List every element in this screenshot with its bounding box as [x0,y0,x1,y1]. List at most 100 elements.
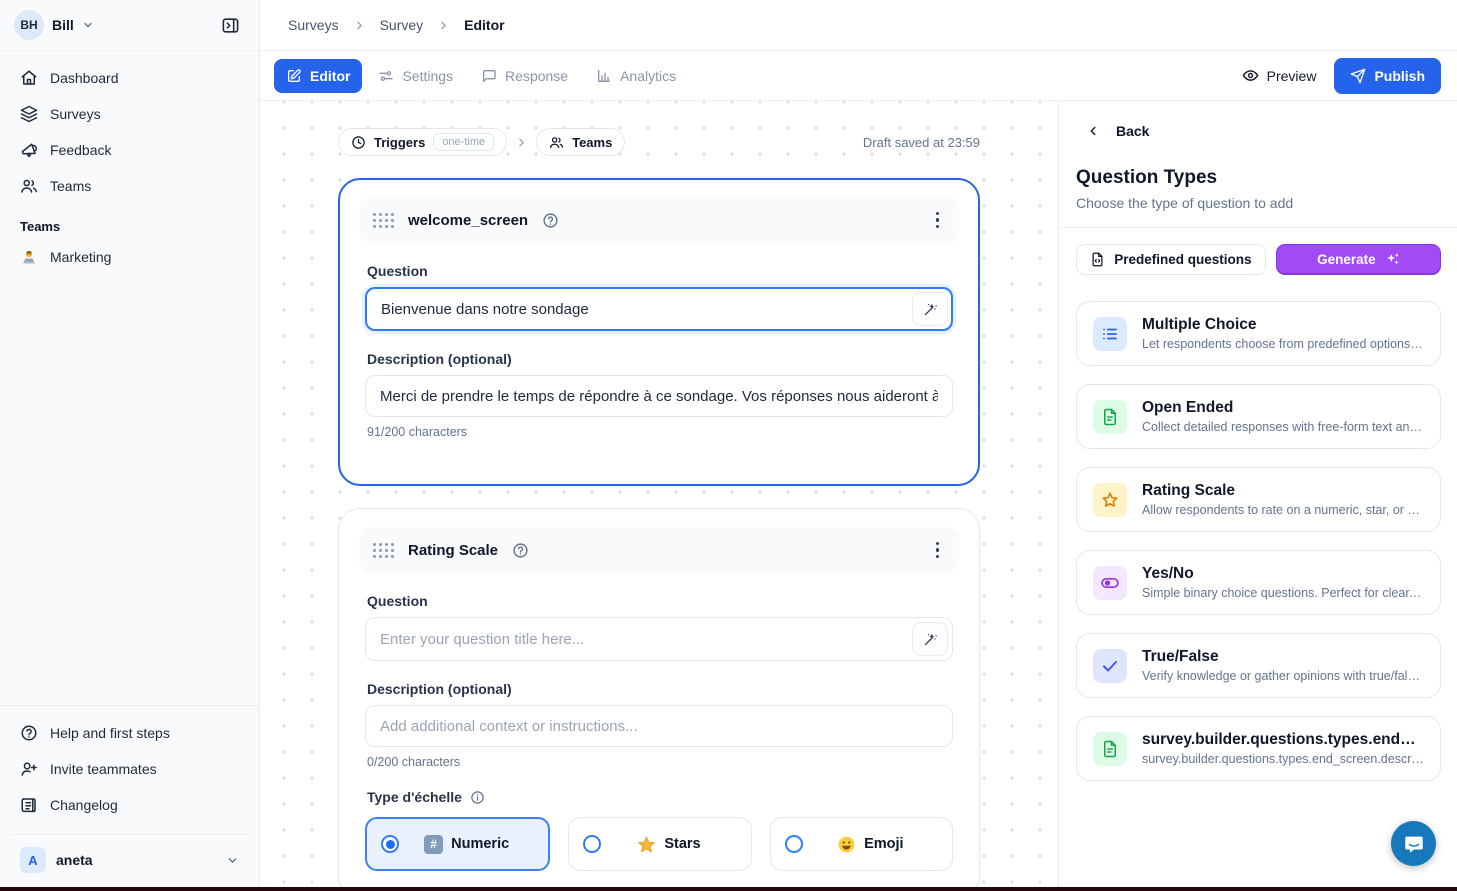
chat-widget-button[interactable] [1391,821,1436,866]
workspace-avatar: BH [14,10,44,40]
megaphone-icon [20,141,38,159]
card-menu-kebab-icon[interactable] [930,206,946,235]
hash-keycap-icon: # [424,835,443,854]
tab-response[interactable]: Response [469,59,580,93]
account-menu[interactable]: A aneta [14,845,245,875]
tab-analytics[interactable]: Analytics [584,59,688,93]
back-button[interactable]: Back [1086,123,1149,139]
preview-button[interactable]: Preview [1242,67,1317,84]
generate-button[interactable]: Generate [1276,244,1441,275]
scale-type-options: # Numeric Stars [365,817,953,871]
type-title: Yes/No [1142,565,1424,583]
account-name: aneta [56,852,93,868]
teams-chip-label: Teams [572,135,612,150]
description-input[interactable] [365,705,953,747]
changelog-icon [20,796,38,814]
question-card-title: welcome_screen [408,212,528,229]
breadcrumb-surveys[interactable]: Surveys [288,17,339,33]
drag-handle-icon[interactable] [373,543,394,558]
sidebar-nav: Dashboard Surveys Feedback Teams [0,51,259,203]
help-circle-icon[interactable] [512,542,529,559]
sidebar-item-invite[interactable]: Invite teammates [10,752,249,786]
question-input-wrap [365,617,953,661]
scale-option-stars[interactable]: Stars [568,817,751,871]
footer-item-label: Help and first steps [50,725,170,741]
users-icon [549,135,564,150]
sidebar-item-dashboard[interactable]: Dashboard [10,61,249,95]
radio-icon [583,835,601,853]
footer-item-label: Changelog [50,797,118,813]
tab-editor[interactable]: Editor [274,59,362,93]
sidebar-item-label: Surveys [50,106,101,122]
question-type-rating-scale[interactable]: Rating Scale Allow respondents to rate o… [1076,467,1441,532]
star-icon [1093,483,1127,517]
magic-wand-button[interactable] [912,292,948,326]
question-type-open-ended[interactable]: Open Ended Collect detailed responses wi… [1076,384,1441,449]
back-label: Back [1116,123,1149,139]
chevron-down-icon [226,854,239,867]
main-area: Surveys Survey Editor Editor Setting [260,0,1457,887]
question-title-input[interactable] [365,287,953,331]
description-label: Description (optional) [367,681,951,697]
teams-chip[interactable]: Teams [536,128,625,156]
question-title-input[interactable] [365,617,953,661]
sidebar-item-feedback[interactable]: Feedback [10,133,249,167]
question-type-end-screen[interactable]: survey.builder.questions.types.end_scr..… [1076,716,1441,781]
draft-status: Draft saved at 23:59 [863,135,980,150]
chevron-right-icon [515,136,528,149]
question-card-welcome-screen[interactable]: welcome_screen Question [338,178,980,486]
sidebar-item-team-marketing[interactable]: Marketing [10,240,249,274]
type-title: True/False [1142,648,1424,666]
publish-button[interactable]: Publish [1334,58,1441,94]
question-type-yes-no[interactable]: Yes/No Simple binary choice questions. P… [1076,550,1441,615]
type-title: survey.builder.questions.types.end_scr..… [1142,731,1424,749]
question-label: Question [367,593,951,609]
radio-selected-icon [381,835,399,853]
send-icon [1350,68,1366,84]
sparkles-icon [1385,252,1400,267]
predefined-questions-label: Predefined questions [1114,252,1251,267]
sidebar-spacer [0,274,259,705]
triggers-chip-label: Triggers [374,135,425,150]
chat-bubble-icon [481,68,497,84]
description-input[interactable] [365,375,953,417]
panel-title: Question Types [1076,167,1440,189]
drag-handle-icon[interactable] [373,213,394,228]
sidebar-item-surveys[interactable]: Surveys [10,97,249,131]
edit-icon [286,68,302,84]
workspace-switcher[interactable]: BH Bill [14,10,94,40]
sidebar-item-help[interactable]: Help and first steps [10,716,249,750]
window-bottom-edge [0,887,1457,891]
document-icon [1093,400,1127,434]
sidebar-item-changelog[interactable]: Changelog [10,788,249,822]
card-menu-kebab-icon[interactable] [930,536,946,565]
star-emoji-icon [637,835,656,854]
info-circle-icon[interactable] [470,790,485,805]
question-type-multiple-choice[interactable]: Multiple Choice Let respondents choose f… [1076,301,1441,366]
panel-subtitle: Choose the type of question to add [1076,195,1440,211]
wand-icon [923,302,938,317]
breadcrumb-survey[interactable]: Survey [380,17,424,33]
predefined-questions-button[interactable]: Predefined questions [1076,244,1266,275]
radio-icon [785,835,803,853]
tab-settings[interactable]: Settings [366,59,465,93]
question-label: Question [367,263,951,279]
sliders-icon [378,68,394,84]
teams-section-label: Teams [0,203,259,240]
question-type-true-false[interactable]: True/False Verify knowledge or gather op… [1076,633,1441,698]
question-card-rating-scale[interactable]: Rating Scale Question [338,508,980,887]
char-count: 91/200 characters [367,425,951,439]
magic-wand-button[interactable] [912,622,948,656]
toggle-icon [1093,566,1127,600]
triggers-chip[interactable]: Triggers one-time [338,128,507,156]
scale-option-numeric[interactable]: # Numeric [365,817,550,871]
technologist-emoji-icon [20,248,38,266]
sidebar-collapse-button[interactable] [215,10,245,40]
eye-icon [1242,67,1259,84]
panel-actions: Predefined questions Generate [1059,228,1457,275]
description-input-wrap [365,375,953,417]
help-circle-icon[interactable] [542,212,559,229]
sidebar: BH Bill Dashboard [0,0,260,887]
scale-option-emoji[interactable]: Emoji [770,817,953,871]
sidebar-item-teams[interactable]: Teams [10,169,249,203]
